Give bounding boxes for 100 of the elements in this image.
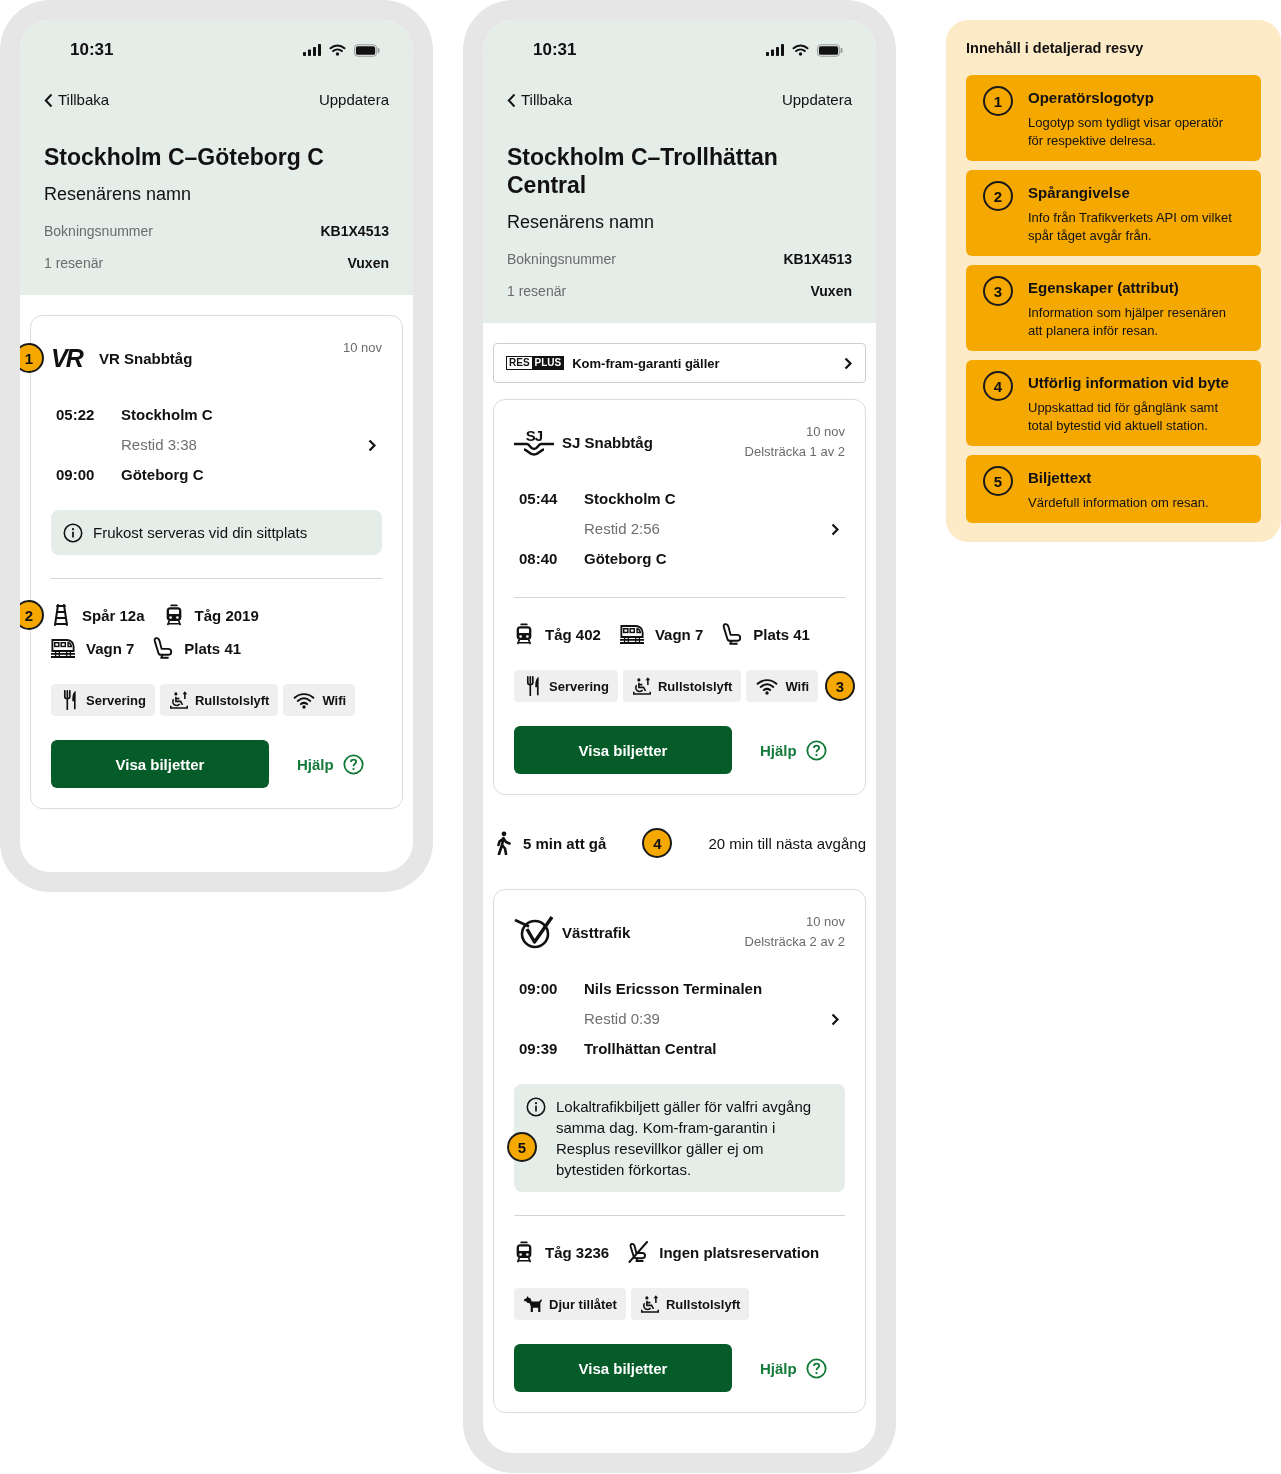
travel-duration: Restid 0:39 (584, 1009, 661, 1029)
detail-label: Bokningsnummer (507, 250, 616, 269)
detail-label: Bokningsnummer (44, 222, 153, 241)
detail-value: KB1X4513 (783, 250, 852, 269)
route-title: Stockholm C–Göteborg C (44, 143, 325, 171)
number-circle: 3 (983, 276, 1013, 306)
fact-label: Tåg 3236 (545, 1243, 610, 1261)
show-tickets-button[interactable]: Visa biljetter (51, 740, 269, 788)
status-time: 10:31 (533, 40, 577, 60)
passenger-name: Resenärens namn (44, 183, 193, 206)
guarantee-banner[interactable]: RES PLUS Kom-fram-garanti gäller (493, 343, 866, 383)
departure-time: 05:22 (56, 405, 96, 425)
chevron-right-icon[interactable] (831, 522, 839, 536)
detail-value: Vuxen (810, 282, 852, 301)
resplus-logo-text: RES (506, 356, 532, 370)
passenger-name: Resenärens namn (507, 211, 656, 234)
wheelchair-lift-icon (640, 1294, 659, 1314)
segment-label: Delsträcka 2 av 2 (744, 933, 845, 951)
departure-station: Stockholm C (584, 489, 677, 509)
departure-time: 09:00 (519, 979, 559, 999)
arrival-station: Göteborg C (584, 549, 668, 569)
fact-label: Ingen platsreservation (659, 1243, 820, 1261)
chevron-left-icon (44, 92, 53, 108)
train-front-icon (514, 623, 534, 645)
battery-icon (817, 43, 843, 57)
legend-item-text: Uppskattad tid för gånglänk samt total bytestid vid aktuell station. (1028, 399, 1220, 435)
operator-logo: SJ (514, 428, 554, 456)
info-icon (63, 522, 83, 543)
departure-time: 05:44 (519, 489, 559, 509)
arrival-time: 08:40 (519, 549, 559, 569)
legend-item-title: Spårangivelse (1028, 183, 1131, 203)
help-link[interactable]: Hjälp (297, 753, 364, 775)
detail-value: KB1X4513 (320, 222, 389, 241)
fact-label: Tåg 2019 (194, 606, 259, 624)
seat-icon (153, 637, 174, 659)
notice-text: Frukost serveras vid din sittplats (93, 523, 308, 543)
back-button[interactable]: Tillbaka (44, 90, 110, 110)
train-front-icon (514, 1241, 534, 1263)
operator-name: Västtrafik (562, 923, 631, 941)
rail-track-icon (51, 604, 71, 626)
circle-tick-icon (514, 915, 554, 949)
back-button[interactable]: Tillbaka (507, 90, 573, 110)
legend-item-title: Utförlig information vid byte (1028, 373, 1230, 393)
departure-station: Stockholm C (121, 405, 214, 425)
cutlery-icon (61, 690, 79, 710)
fact-label: Plats 41 (184, 639, 242, 657)
callout-marker: 1 (20, 343, 44, 373)
number-circle: 4 (983, 371, 1013, 401)
show-tickets-button[interactable]: Visa biljetter (514, 1344, 732, 1392)
help-icon (805, 1357, 827, 1379)
status-time: 10:31 (70, 40, 114, 60)
number-circle: 2 (983, 181, 1013, 211)
train-carriage-icon (619, 623, 644, 645)
battery-icon (354, 43, 380, 57)
operator-name: VR Snabbtåg (99, 349, 193, 367)
notice-text: Lokaltrafikbiljett gäller för valfri avgång samma dag. Kom-fram-garantin i Resplus resevillkor gäller ej om bytestiden förkortas. (556, 1097, 813, 1180)
fact-label: Vagn 7 (86, 639, 135, 657)
legend-item-text: Information som hjälper resenären att planera inför resan. (1028, 304, 1227, 340)
chevron-right-icon (844, 356, 852, 370)
legend-item-text: Värdefull information om resan. (1028, 494, 1209, 512)
update-button[interactable]: Uppdatera (318, 90, 389, 110)
fact-label: Tåg 402 (545, 625, 601, 643)
update-button[interactable]: Uppdatera (781, 90, 852, 110)
wifi-icon (293, 691, 316, 709)
amenity-label: Wifi (322, 692, 347, 708)
arrival-station: Trollhättan Central (584, 1039, 718, 1059)
callout-marker: 5 (507, 1132, 537, 1162)
amenity-label: Wifi (785, 678, 810, 694)
walking-person-icon (497, 831, 511, 855)
fact-label: Spår 12a (82, 606, 145, 624)
detail-value: Vuxen (347, 254, 389, 273)
legend-item-text: Logotyp som tydligt visar operatör för respektive delresa. (1028, 114, 1225, 150)
help-link[interactable]: Hjälp (760, 1357, 827, 1379)
dog-icon (524, 1294, 542, 1314)
chevron-right-icon[interactable] (831, 1012, 839, 1026)
travel-duration: Restid 3:38 (121, 435, 198, 455)
number-circle: 5 (983, 466, 1013, 496)
travel-duration: Restid 2:56 (584, 519, 661, 539)
arrival-time: 09:39 (519, 1039, 559, 1059)
fact-label: Plats 41 (753, 625, 810, 643)
amenity-label: Servering (549, 678, 609, 694)
fact-label: Vagn 7 (654, 625, 704, 643)
travel-date: 10 nov (805, 913, 845, 931)
wifi-icon (756, 677, 779, 695)
wifi-icon (792, 44, 809, 56)
signal-icon (766, 44, 784, 56)
cutlery-icon (524, 676, 542, 696)
departure-station: Nils Ericsson Terminalen (584, 979, 764, 999)
show-tickets-button[interactable]: Visa biljetter (514, 726, 732, 774)
amenity-label: Rullstolslyft (658, 678, 733, 694)
signal-icon (303, 44, 321, 56)
number-circle: 1 (983, 86, 1013, 116)
help-link[interactable]: Hjälp (760, 739, 827, 761)
amenity-label: Djur tillåtet (549, 1296, 617, 1312)
wifi-icon (329, 44, 346, 56)
arrival-station: Göteborg C (121, 465, 205, 485)
callout-marker: 2 (20, 600, 44, 630)
chevron-right-icon[interactable] (368, 438, 376, 452)
amenity-label: Rullstolslyft (195, 692, 270, 708)
train-carriage-icon (51, 637, 75, 659)
